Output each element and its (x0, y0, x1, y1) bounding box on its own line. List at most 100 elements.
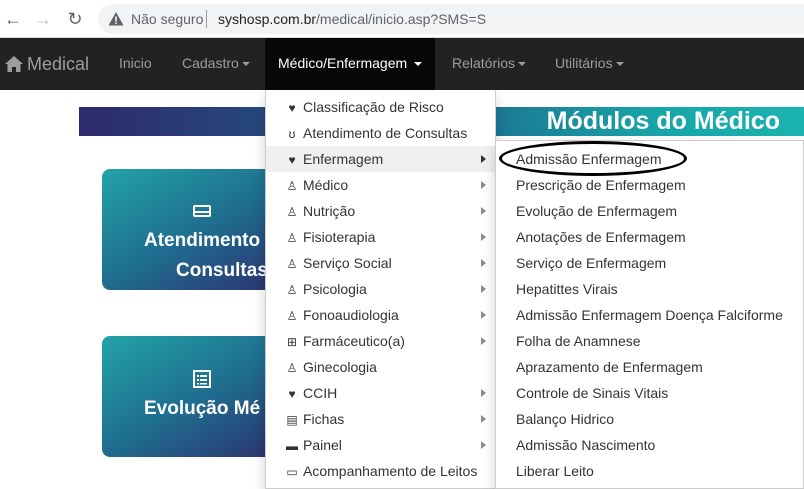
user-md-icon: ♙ (286, 361, 298, 375)
menu-item-atendimento-consultas[interactable]: ʊ Atendimento de Consultas (266, 120, 495, 146)
chevron-right-icon (481, 233, 486, 241)
submenu-item-admissao-nascimento[interactable]: Admissão Nascimento (496, 432, 803, 458)
nav-medico-enfermagem[interactable]: Médico/Enfermagem (265, 38, 436, 90)
url-text[interactable]: syshosp.com.br/medical/inicio.asp?SMS=S (218, 11, 486, 27)
submenu-item-anotacoes[interactable]: Anotações de Enfermagem (496, 224, 803, 250)
nav-medico-enfermagem-label: Médico/Enfermagem (278, 55, 408, 71)
menu-item-medico[interactable]: ♙ Médico (266, 172, 495, 198)
submenu-item-sinais-vitais[interactable]: Controle de Sinais Vitais (496, 380, 803, 406)
menu-item-ginecologia[interactable]: ♙ Ginecologia (266, 354, 495, 380)
menu-item-label: Fisioterapia (303, 229, 376, 245)
forward-arrow-icon[interactable]: → (32, 8, 54, 30)
menu-item-label: Painel (303, 437, 342, 453)
submenu-item-liberar-leito[interactable]: Liberar Leito (496, 458, 803, 484)
page-title: Módulos do Médico (546, 107, 780, 135)
menu-item-ccih[interactable]: ♥ CCIH (266, 380, 495, 406)
user-md-icon: ♙ (286, 283, 298, 297)
menu-item-label: Fichas (303, 411, 345, 427)
nav-utilitarios[interactable]: Utilitários (555, 38, 624, 90)
desktop-icon: ▬ (286, 439, 298, 453)
submenu-item-admissao-falciforme[interactable]: Admissão Enfermagem Doença Falciforme (496, 302, 803, 328)
heart-icon: ♥ (288, 387, 296, 401)
menu-item-label: Classificação de Risco (303, 99, 444, 115)
menu-item-acompanhamento-leitos[interactable]: ▭ Acompanhamento de Leitos (266, 458, 495, 484)
menu-item-label: Ginecologia (303, 359, 377, 375)
home-icon (5, 56, 23, 72)
user-md-icon: ♙ (286, 205, 298, 219)
medico-enfermagem-dropdown: ♥ Classificação de Risco ʊ Atendimento de … (265, 90, 496, 489)
chevron-right-icon (481, 181, 486, 189)
list-alt-icon: ▤ (286, 413, 298, 427)
menu-item-label: Acompanhamento de Leitos (303, 463, 478, 479)
user-md-icon: ♙ (286, 231, 298, 245)
menu-item-fisioterapia[interactable]: ♙ Fisioterapia (266, 224, 495, 250)
menu-item-fichas[interactable]: ▤ Fichas (266, 406, 495, 432)
nav-cadastro[interactable]: Cadastro (182, 38, 250, 90)
chevron-right-icon (481, 207, 486, 215)
browser-toolbar: ← → ↻ Não seguro syshosp.com.br/medical/… (0, 0, 804, 38)
menu-item-label: CCIH (303, 385, 338, 401)
chevron-right-icon (481, 337, 486, 345)
bed-icon: ▭ (286, 465, 298, 479)
chevron-right-icon (481, 389, 486, 397)
chevron-right-icon (481, 285, 486, 293)
brand-link[interactable]: Medical (4, 38, 89, 90)
menu-item-fonoaudiologia[interactable]: ♙ Fonoaudiologia (266, 302, 495, 328)
nav-cadastro-label: Cadastro (182, 55, 239, 71)
user-md-icon: ♙ (286, 257, 298, 271)
chevron-right-icon (481, 415, 486, 423)
url-path: /medical/inicio.asp?SMS=S (316, 11, 487, 27)
menu-item-label: Nutrição (303, 203, 356, 219)
submenu-item-servico[interactable]: Serviço de Enfermagem (496, 250, 803, 276)
top-navbar: Medical Inicio Cadastro Médico/Enfermage… (0, 38, 804, 90)
chevron-right-icon (481, 155, 486, 163)
menu-item-label: Farmáceutico(a) (303, 333, 405, 349)
nav-utilitarios-label: Utilitários (555, 55, 613, 71)
menu-item-psicologia[interactable]: ♙ Psicologia (266, 276, 495, 302)
warning-icon (108, 12, 124, 26)
nav-relatorios-label: Relatórios (452, 55, 516, 71)
highlight-oval (499, 141, 687, 176)
menu-item-label: Fonoaudiologia (303, 307, 399, 323)
nav-relatorios[interactable]: Relatórios (452, 38, 527, 90)
submenu-item-aprazamento[interactable]: Aprazamento de Enfermagem (496, 354, 803, 380)
security-label[interactable]: Não seguro (131, 11, 203, 27)
menu-item-painel[interactable]: ▬ Painel (266, 432, 495, 458)
caret-down-icon (414, 62, 423, 67)
heartbeat-icon: ♥ (288, 101, 296, 115)
enfermagem-submenu: Admissão Enfermagem Prescrição de Enferm… (495, 140, 804, 489)
nav-inicio[interactable]: Inicio (119, 38, 152, 90)
medkit-icon: ⊞ (286, 335, 298, 349)
menu-item-enfermagem[interactable]: ♥ Enfermagem (266, 146, 495, 172)
caret-down-icon (615, 62, 624, 67)
menu-item-farmaceutico[interactable]: ⊞ Farmáceutico(a) (266, 328, 495, 354)
menu-item-servico-social[interactable]: ♙ Serviço Social (266, 250, 495, 276)
menu-item-classificacao-risco[interactable]: ♥ Classificação de Risco (266, 94, 495, 120)
menu-item-label: Serviço Social (303, 255, 392, 271)
heart-icon: ♥ (288, 153, 296, 167)
submenu-item-hepatites[interactable]: Hepatittes Virais (496, 276, 803, 302)
nav-inicio-label: Inicio (119, 55, 152, 71)
menu-item-nutricao[interactable]: ♙ Nutrição (266, 198, 495, 224)
brand-label: Medical (27, 53, 90, 74)
menu-item-label: Atendimento de Consultas (303, 125, 468, 141)
submenu-item-prescricao[interactable]: Prescrição de Enfermagem (496, 172, 803, 198)
stethoscope-icon: ʊ (288, 127, 296, 141)
user-md-icon: ♙ (286, 309, 298, 323)
user-md-icon: ♙ (286, 179, 298, 193)
submenu-item-folha-anamnese[interactable]: Folha de Anamnese (496, 328, 803, 354)
chevron-right-icon (481, 311, 486, 319)
menu-item-label: Psicologia (303, 281, 367, 297)
chevron-right-icon (481, 259, 486, 267)
caret-down-icon (241, 62, 250, 67)
menu-item-label: Médico (303, 177, 349, 193)
reload-icon[interactable]: ↻ (64, 8, 86, 30)
address-bar[interactable]: Não seguro syshosp.com.br/medical/inicio… (98, 4, 804, 34)
submenu-item-balanco-hidrico[interactable]: Balanço Hidrico (496, 406, 803, 432)
chevron-right-icon (481, 441, 486, 449)
back-arrow-icon[interactable]: ← (2, 8, 24, 30)
submenu-item-evolucao[interactable]: Evolução de Enfermagem (496, 198, 803, 224)
url-separator (206, 10, 207, 28)
caret-down-icon (518, 62, 527, 67)
menu-item-label: Enfermagem (303, 151, 384, 167)
